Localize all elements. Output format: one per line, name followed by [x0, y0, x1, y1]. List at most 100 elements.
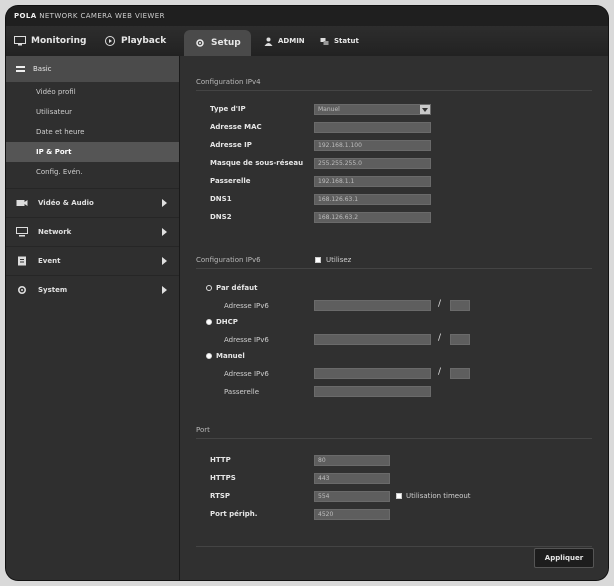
event-icon [18, 256, 26, 266]
prefix-separator: / [438, 367, 442, 377]
sidebar: Basic Vidéo profil Utilisateur Date et h… [6, 56, 180, 580]
dhcp-prefix-field[interactable] [450, 334, 470, 345]
sidebar-item-network-label: Network [38, 228, 72, 236]
port-section-title: Port [196, 426, 210, 434]
radio-default[interactable] [206, 285, 212, 291]
ip-type-label: Type d'IP [210, 105, 246, 113]
brand-logo-text: POLA [14, 12, 37, 20]
divider [196, 268, 592, 269]
user-name: ADMIN [278, 37, 305, 45]
ipv4-section-title: Configuration IPv4 [196, 78, 261, 86]
device-port-field[interactable]: 4520 [314, 509, 390, 520]
window-title-text: NETWORK CAMERA WEB VIEWER [39, 12, 165, 20]
ipv6-gateway-field[interactable] [314, 386, 431, 397]
dns1-label: DNS1 [210, 195, 232, 203]
rtsp-timeout-checkbox[interactable] [396, 493, 402, 499]
dns2-field[interactable]: 168.126.63.2 [314, 212, 431, 223]
default-ipv6-label: Adresse IPv6 [224, 302, 269, 310]
dhcp-ipv6-field[interactable] [314, 334, 431, 345]
ipv6-gateway-label: Passerelle [224, 388, 260, 396]
basic-settings-icon [16, 65, 25, 72]
camera-icon [16, 200, 28, 206]
sidebar-item-event-config[interactable]: Config. Evén. [6, 162, 179, 182]
status-icon [320, 37, 329, 45]
radio-dhcp-label: DHCP [216, 318, 238, 326]
rtsp-timeout-label: Utilisation timeout [406, 492, 471, 500]
app-window: POLA NETWORK CAMERA WEB VIEWER Monitorin… [6, 6, 608, 580]
divider [196, 546, 592, 547]
prefix-separator: / [438, 333, 442, 343]
chevron-right-icon [162, 199, 167, 207]
sidebar-item-video-audio[interactable]: Vidéo & Audio [6, 188, 179, 217]
ip-address-field[interactable]: 192.168.1.100 [314, 140, 431, 151]
playback-icon [105, 36, 115, 46]
rtsp-port-field[interactable]: 554 [314, 491, 390, 502]
network-icon [16, 227, 28, 237]
user-icon [264, 37, 273, 46]
chevron-down-icon [420, 105, 430, 114]
tab-monitoring-label: Monitoring [31, 36, 87, 46]
gateway-field[interactable]: 192.168.1.1 [314, 176, 431, 187]
ip-type-value: Manuel [318, 106, 340, 113]
sidebar-item-system[interactable]: System [6, 275, 179, 304]
window-title: POLA NETWORK CAMERA WEB VIEWER [6, 6, 608, 26]
top-navigation: Monitoring Playback Setup ADMIN Statut [6, 26, 608, 56]
sidebar-header-label: Basic [33, 65, 52, 73]
divider [196, 438, 592, 439]
https-label: HTTPS [210, 474, 236, 482]
mac-address-label: Adresse MAC [210, 123, 262, 131]
sidebar-item-video-profile[interactable]: Vidéo profil [6, 82, 179, 102]
ip-address-label: Adresse IP [210, 141, 252, 149]
sidebar-item-date-time[interactable]: Date et heure [6, 122, 179, 142]
monitor-icon [14, 36, 26, 46]
main-panel: Configuration IPv4 Type d'IP Manuel Adre… [180, 56, 608, 580]
default-ipv6-field[interactable] [314, 300, 431, 311]
tab-playback-label: Playback [121, 36, 167, 46]
manual-prefix-field[interactable] [450, 368, 470, 379]
chevron-right-icon [162, 257, 167, 265]
rtsp-label: RTSP [210, 492, 231, 500]
chevron-right-icon [162, 286, 167, 294]
http-label: HTTP [210, 456, 231, 464]
tab-setup-label: Setup [211, 38, 241, 48]
radio-default-label: Par défaut [216, 284, 258, 292]
sidebar-item-ip-port[interactable]: IP & Port [6, 142, 179, 162]
prefix-separator: / [438, 299, 442, 309]
radio-manual[interactable] [206, 353, 212, 359]
tab-playback[interactable]: Playback [104, 26, 166, 56]
manual-ipv6-label: Adresse IPv6 [224, 370, 269, 378]
radio-dhcp[interactable] [206, 319, 212, 325]
system-gear-icon [17, 285, 27, 295]
apply-button[interactable]: Appliquer [534, 548, 594, 568]
subnet-mask-label: Masque de sous-réseau [210, 159, 304, 167]
http-port-field[interactable]: 80 [314, 455, 390, 466]
user-menu[interactable]: ADMIN [264, 26, 305, 56]
ipv6-use-checkbox[interactable] [315, 257, 321, 263]
manual-ipv6-field[interactable] [314, 368, 431, 379]
sidebar-header-basic[interactable]: Basic [6, 56, 179, 82]
ip-type-select[interactable]: Manuel [314, 104, 431, 115]
default-prefix-field[interactable] [450, 300, 470, 311]
sidebar-item-video-audio-label: Vidéo & Audio [38, 199, 94, 207]
status-link[interactable]: Statut [320, 26, 359, 56]
ipv6-use-label: Utilisez [326, 256, 352, 264]
tab-setup[interactable]: Setup [184, 30, 251, 56]
sidebar-item-user[interactable]: Utilisateur [6, 102, 179, 122]
device-port-label: Port périph. [210, 510, 258, 518]
gateway-label: Passerelle [210, 177, 251, 185]
dns2-label: DNS2 [210, 213, 232, 221]
radio-manual-label: Manuel [216, 352, 245, 360]
dns1-field[interactable]: 168.126.63.1 [314, 194, 431, 205]
chevron-right-icon [162, 228, 167, 236]
sidebar-item-system-label: System [38, 286, 68, 294]
sidebar-item-network[interactable]: Network [6, 217, 179, 246]
tab-monitoring[interactable]: Monitoring [14, 26, 87, 56]
ipv6-section-title: Configuration IPv6 [196, 256, 261, 264]
dhcp-ipv6-label: Adresse IPv6 [224, 336, 269, 344]
https-port-field[interactable]: 443 [314, 473, 390, 484]
status-label: Statut [334, 37, 359, 45]
sidebar-item-event[interactable]: Event [6, 246, 179, 275]
gear-icon [196, 39, 204, 47]
subnet-mask-field[interactable]: 255.255.255.0 [314, 158, 431, 169]
mac-address-field[interactable] [314, 122, 431, 133]
